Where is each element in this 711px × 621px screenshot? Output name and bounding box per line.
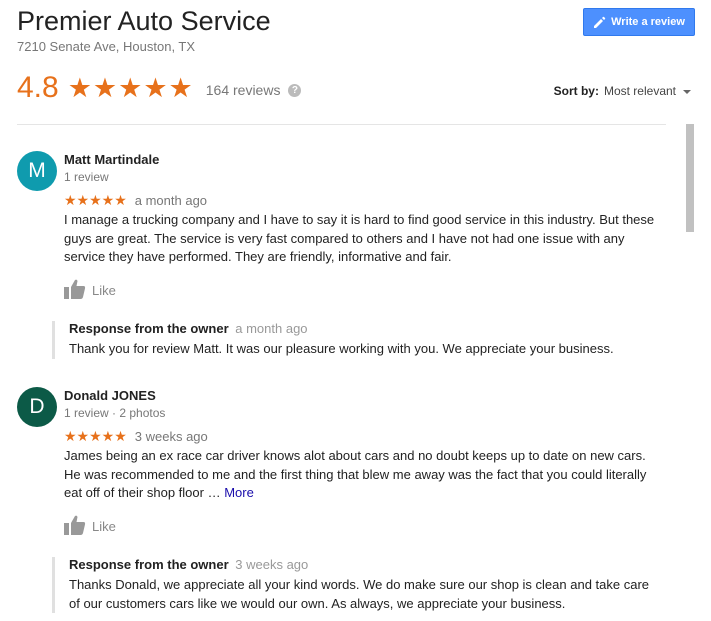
review-item: M Matt Martindale 1 review ★★★★★ a month… — [17, 151, 672, 366]
chevron-down-icon — [683, 90, 691, 94]
help-icon[interactable]: ? — [288, 83, 302, 97]
response-text: Thank you for review Matt. It was our pl… — [69, 341, 614, 356]
business-name: Premier Auto Service — [17, 6, 271, 36]
review-count[interactable]: 164 reviews — [206, 82, 281, 98]
like-button[interactable]: Like — [64, 279, 116, 302]
owner-response: Response from the owner a month ago Than… — [52, 321, 662, 359]
review-time: 3 weeks ago — [134, 429, 208, 444]
response-label: Response from the owner — [69, 321, 229, 336]
write-review-button[interactable]: Write a review — [583, 8, 695, 36]
reviewer-meta: 1 review · 2 photos — [64, 406, 166, 420]
rating-summary: 4.8 ★★★★★ 164 reviews ? — [17, 70, 302, 106]
like-label: Like — [92, 519, 116, 534]
review-item: D Donald JONES 1 review · 2 photos ★★★★★… — [17, 387, 672, 621]
owner-response: Response from the owner 3 weeks ago Than… — [52, 557, 662, 613]
reviewer-name[interactable]: Matt Martindale — [64, 152, 159, 167]
avatar[interactable]: M — [17, 151, 57, 191]
thumbs-up-icon — [64, 515, 86, 538]
reviewer-name[interactable]: Donald JONES — [64, 388, 156, 403]
review-text: I manage a trucking company and I have t… — [64, 212, 655, 264]
response-time: 3 weeks ago — [235, 557, 309, 572]
avatar[interactable]: D — [17, 387, 57, 427]
like-label: Like — [92, 283, 116, 298]
rating-stars: ★★★★★ — [67, 72, 194, 103]
review-text: James being an ex race car driver knows … — [64, 447, 664, 503]
response-text: Thanks Donald, we appreciate all your ki… — [69, 577, 650, 611]
sort-dropdown[interactable]: Sort by: Most relevant — [554, 84, 691, 98]
write-review-label: Write a review — [611, 16, 685, 28]
review-stars: ★★★★★ — [64, 428, 127, 444]
average-rating: 4.8 — [17, 71, 59, 104]
divider — [17, 124, 666, 125]
review-time: a month ago — [134, 193, 208, 208]
thumbs-up-icon — [64, 279, 86, 302]
more-link[interactable]: More — [224, 485, 254, 500]
scrollbar-thumb[interactable] — [686, 124, 694, 232]
sort-label: Sort by: — [553, 84, 599, 98]
business-address: 7210 Senate Ave, Houston, TX — [17, 39, 196, 54]
response-label: Response from the owner — [69, 557, 229, 572]
reviewer-meta: 1 review — [64, 170, 109, 184]
sort-value: Most relevant — [603, 84, 676, 98]
like-button[interactable]: Like — [64, 515, 116, 538]
review-stars: ★★★★★ — [64, 192, 127, 208]
pencil-icon — [593, 16, 606, 29]
response-time: a month ago — [235, 321, 308, 336]
review-text-body: James being an ex race car driver knows … — [64, 448, 647, 500]
